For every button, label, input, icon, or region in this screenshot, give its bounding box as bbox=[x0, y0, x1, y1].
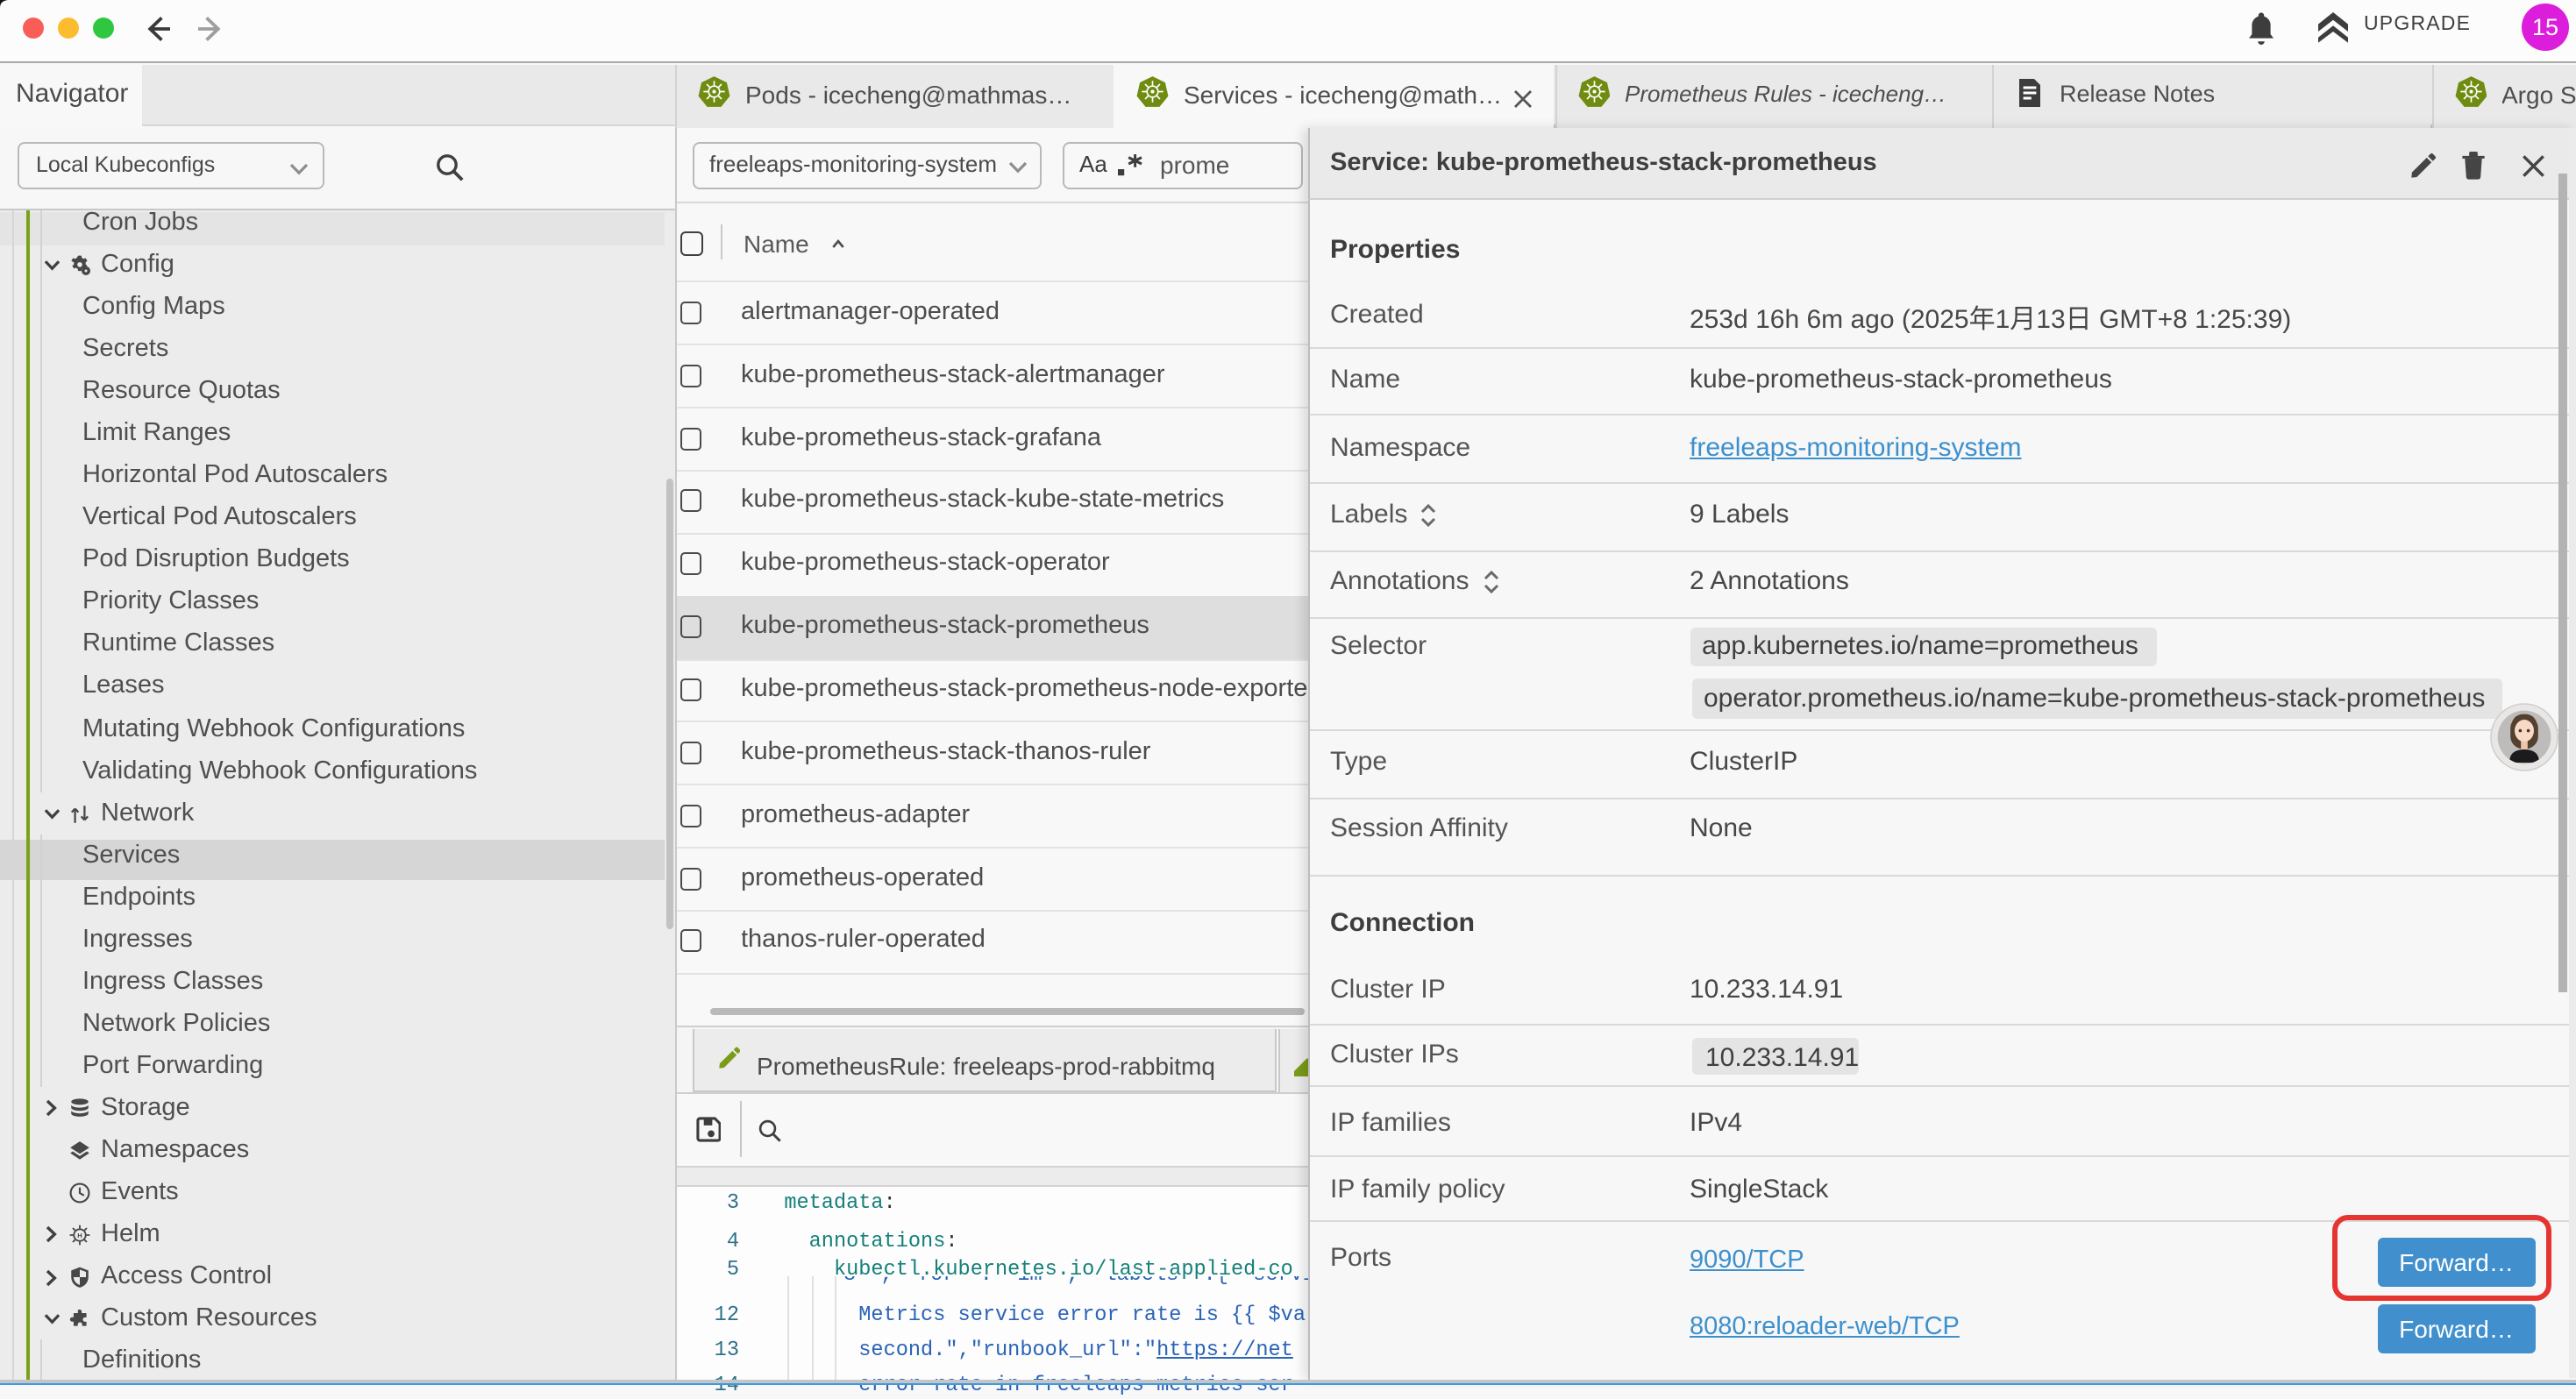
svg-text:H: H bbox=[76, 1232, 81, 1239]
